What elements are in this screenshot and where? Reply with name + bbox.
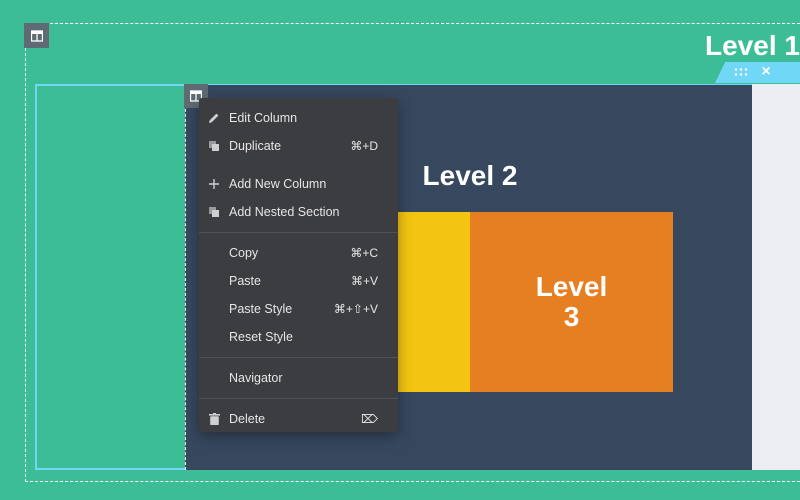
left-column[interactable] (35, 84, 185, 470)
menu-item-shortcut: ⌘+V (350, 274, 378, 288)
level3-title: Level 3 (535, 271, 608, 332)
duplicate-icon (207, 139, 221, 153)
level1-title: Level 1 (705, 30, 800, 61)
menu-item-label: Navigator (229, 371, 283, 385)
menu-item-label: Edit Column (229, 111, 298, 125)
trash-icon (207, 412, 221, 426)
menu-item-add-new-column[interactable]: Add New Column (199, 170, 398, 198)
menu-item-add-nested-section[interactable]: Add Nested Section (199, 198, 398, 226)
menu-item-label: Add New Column (229, 177, 327, 191)
section-handle[interactable] (24, 23, 49, 48)
level2-title: Level 2 (422, 160, 518, 191)
menu-item-label: Reset Style (229, 330, 293, 344)
context-menu: Edit Column Duplicate ⌘+D Add New Column… (199, 98, 398, 432)
menu-item-label: Delete (229, 412, 266, 426)
menu-divider (199, 232, 398, 233)
duplicate-icon (207, 205, 221, 219)
menu-item-duplicate[interactable]: Duplicate ⌘+D (199, 132, 398, 160)
menu-divider (199, 398, 398, 399)
menu-group-delete: Delete ⌦ (199, 405, 398, 433)
menu-spacer (199, 160, 398, 170)
right-panel (752, 84, 800, 470)
close-icon[interactable]: × (758, 62, 774, 82)
menu-group-edit: Edit Column Duplicate ⌘+D Add New Column… (199, 104, 398, 226)
drag-dots-icon[interactable] (733, 64, 749, 80)
menu-item-shortcut: ⌘+D (350, 139, 378, 153)
orange-block[interactable]: Level 3 (470, 212, 673, 392)
menu-divider (199, 357, 398, 358)
menu-item-label: Duplicate (229, 139, 282, 153)
menu-item-label: Add Nested Section (229, 205, 340, 219)
menu-group-clipboard: Copy ⌘+C Paste ⌘+V Paste Style ⌘+⇧+V Res… (199, 239, 398, 351)
menu-item-label: Paste Style (229, 302, 293, 316)
menu-item-paste[interactable]: Paste ⌘+V (199, 267, 398, 295)
menu-item-shortcut: ⌘+C (350, 246, 378, 260)
column-layout-icon (30, 29, 43, 42)
menu-group-navigator: Navigator (199, 364, 398, 392)
pencil-icon (207, 111, 221, 125)
menu-item-label: Paste (229, 274, 261, 288)
menu-item-copy[interactable]: Copy ⌘+C (199, 239, 398, 267)
menu-item-reset-style[interactable]: Reset Style (199, 323, 398, 351)
menu-item-label: Copy (229, 246, 259, 260)
menu-item-shortcut: ⌘+⇧+V (333, 302, 378, 316)
menu-item-edit-column[interactable]: Edit Column (199, 104, 398, 132)
menu-item-delete[interactable]: Delete ⌦ (199, 405, 398, 433)
delete-key-icon: ⌦ (361, 412, 378, 426)
menu-item-navigator[interactable]: Navigator (199, 364, 398, 392)
plus-icon (207, 177, 221, 191)
menu-item-paste-style[interactable]: Paste Style ⌘+⇧+V (199, 295, 398, 323)
